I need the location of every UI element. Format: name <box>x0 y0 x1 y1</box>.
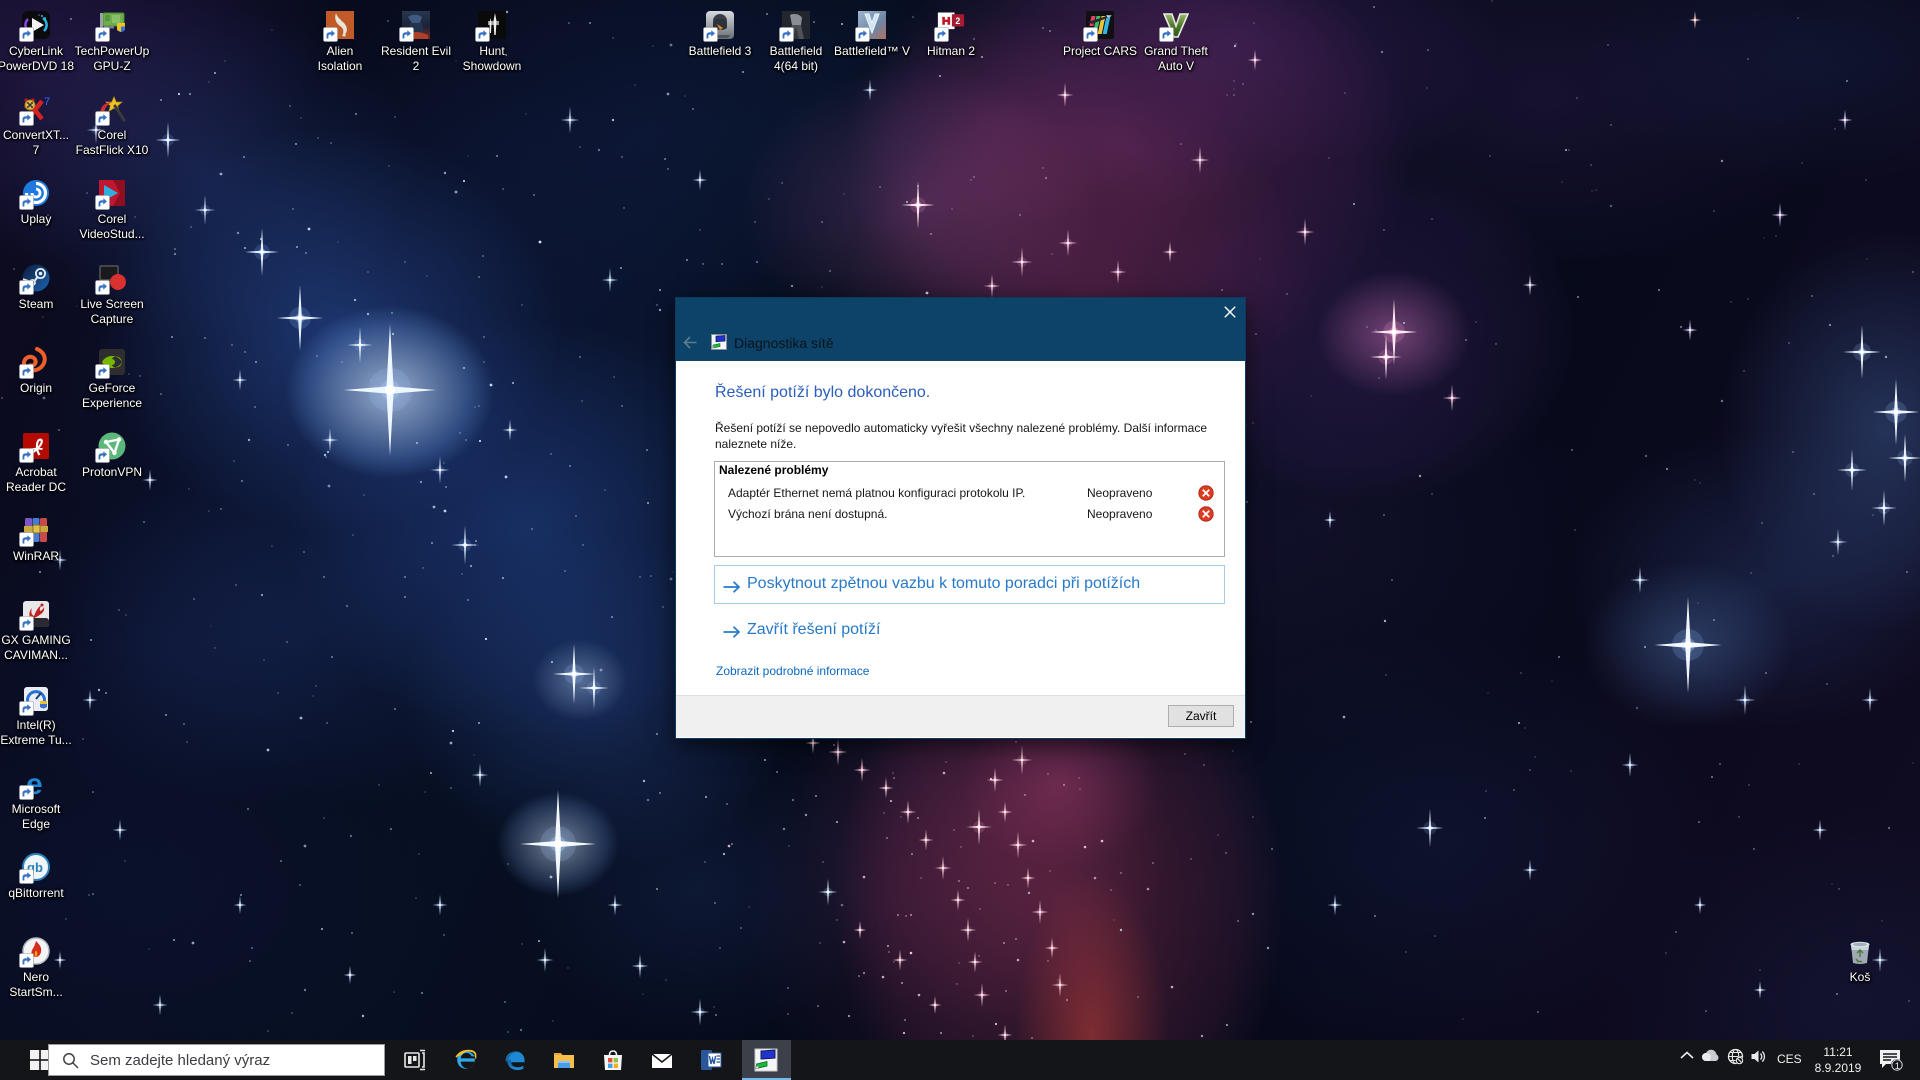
svg-text:7: 7 <box>44 96 50 108</box>
svg-text:1: 1 <box>1895 1061 1900 1072</box>
svg-text:2: 2 <box>955 16 960 26</box>
